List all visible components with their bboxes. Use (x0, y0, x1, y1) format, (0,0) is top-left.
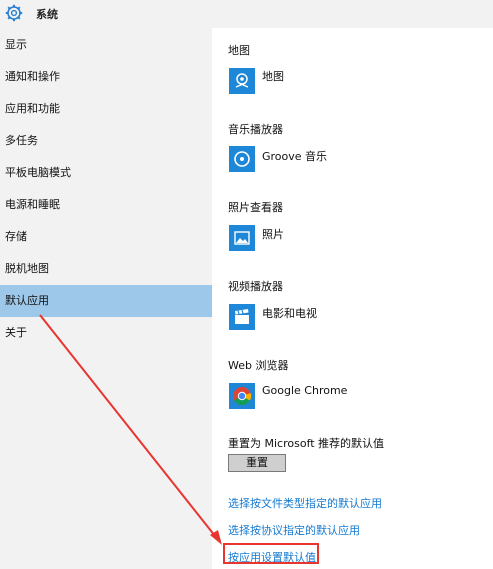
section-title-web-browser: Web 浏览器 (228, 359, 289, 372)
chrome-app-name[interactable]: Google Chrome (262, 384, 347, 397)
groove-music-icon (234, 151, 250, 167)
choose-by-file-type-link[interactable]: 选择按文件类型指定的默认应用 (228, 495, 382, 511)
sidebar: 显示 通知和操作 应用和功能 多任务 平板电脑模式 电源和睡眠 存储 脱机地图 … (0, 28, 212, 569)
movies-tv-app-button[interactable] (229, 304, 255, 330)
reset-label: 重置为 Microsoft 推荐的默认值 (228, 437, 385, 450)
chrome-icon (233, 387, 252, 405)
movies-tv-app-name[interactable]: 电影和电视 (262, 305, 317, 321)
sidebar-item-multitasking[interactable]: 多任务 (0, 125, 212, 157)
gear-icon (5, 4, 23, 22)
title-bar: 系统 (0, 0, 493, 28)
maps-app-button[interactable] (229, 68, 255, 94)
photos-app-button[interactable] (229, 225, 255, 251)
groove-music-app-name[interactable]: Groove 音乐 (262, 148, 327, 164)
choose-by-protocol-link[interactable]: 选择按协议指定的默认应用 (228, 522, 360, 538)
sidebar-item-about[interactable]: 关于 (0, 317, 212, 349)
chrome-app-button[interactable] (229, 383, 255, 409)
maps-app-name[interactable]: 地图 (262, 68, 284, 84)
section-title-music-player: 音乐播放器 (228, 123, 283, 136)
section-title-video-player: 视频播放器 (228, 280, 283, 293)
groove-music-app-button[interactable] (229, 146, 255, 172)
sidebar-item-tablet-mode[interactable]: 平板电脑模式 (0, 157, 212, 189)
sidebar-item-display[interactable]: 显示 (0, 29, 212, 61)
annotation-highlight-box (223, 543, 319, 564)
sidebar-item-default-apps[interactable]: 默认应用 (0, 285, 212, 317)
section-title-maps: 地图 (228, 44, 250, 57)
photos-app-name[interactable]: 照片 (262, 226, 284, 242)
sidebar-item-storage[interactable]: 存储 (0, 221, 212, 253)
maps-icon (235, 73, 249, 88)
movies-tv-icon (235, 309, 249, 324)
reset-button[interactable]: 重置 (228, 454, 286, 472)
default-apps-panel: 地图 地图 音乐播放器 Groove 音乐 照片查看器 照片 视频播放器 电影和 (212, 28, 493, 569)
sidebar-item-power-sleep[interactable]: 电源和睡眠 (0, 189, 212, 221)
section-title-photo-viewer: 照片查看器 (228, 201, 283, 214)
window-title: 系统 (36, 8, 58, 21)
sidebar-item-notifications[interactable]: 通知和操作 (0, 61, 212, 93)
photos-icon (234, 231, 250, 245)
sidebar-item-offline-maps[interactable]: 脱机地图 (0, 253, 212, 285)
sidebar-item-apps-features[interactable]: 应用和功能 (0, 93, 212, 125)
